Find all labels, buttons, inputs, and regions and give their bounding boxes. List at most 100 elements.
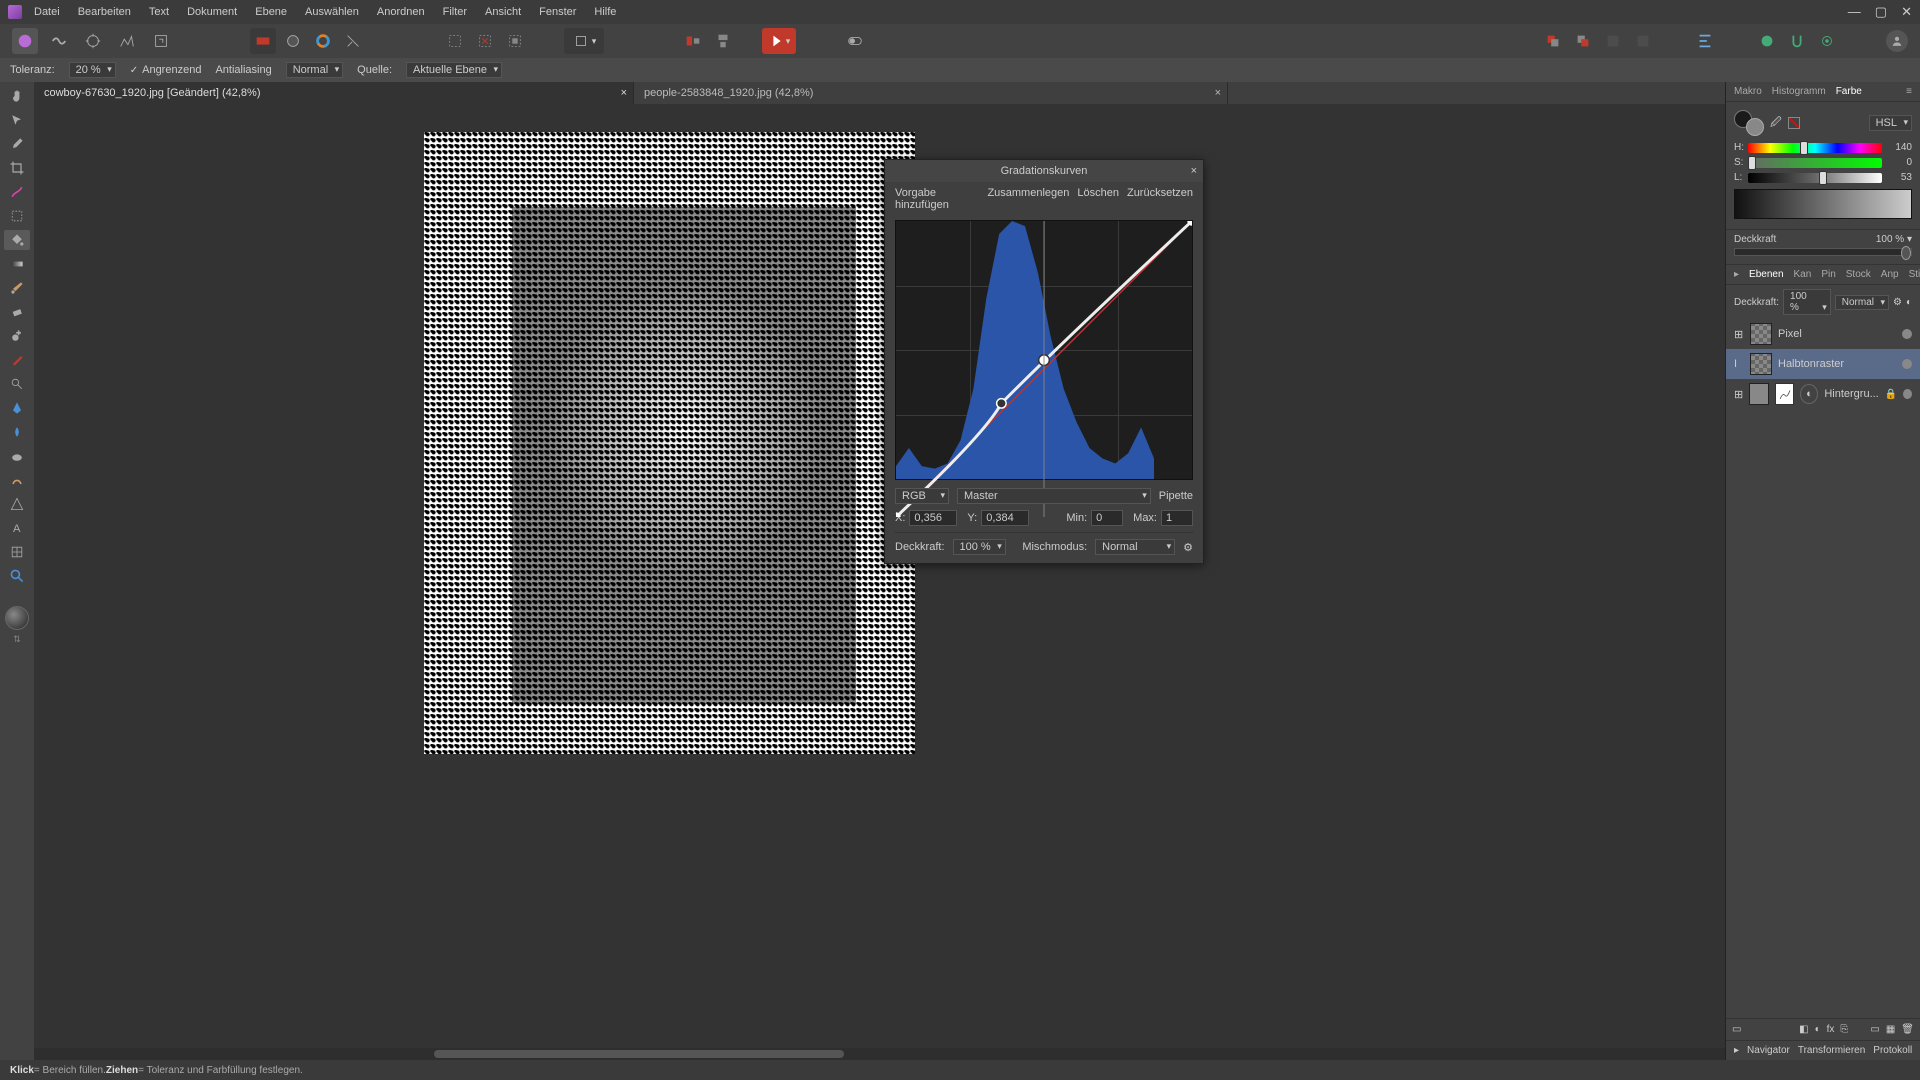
tab-protokoll[interactable]: Protokoll — [1873, 1045, 1912, 1056]
inpaint-tool-icon[interactable] — [4, 350, 30, 370]
l-value[interactable]: 53 — [1886, 172, 1912, 183]
h-value[interactable]: 140 — [1886, 142, 1912, 153]
curves-close-icon[interactable]: × — [1191, 165, 1197, 177]
menu-view[interactable]: Ansicht — [485, 6, 521, 18]
zoom-tool-icon[interactable] — [4, 566, 30, 586]
horizontal-scrollbar[interactable] — [34, 1048, 1725, 1060]
scrollbar-thumb[interactable] — [434, 1050, 844, 1058]
viewport[interactable]: Gradationskurven × Vorgabe hinzufügen Zu… — [34, 104, 1725, 1060]
shape-tool-icon[interactable] — [4, 494, 30, 514]
layer-fx-icon[interactable]: ◐ — [1906, 297, 1912, 308]
selection-invert-icon[interactable] — [502, 28, 528, 54]
layer-row[interactable]: ⊞ Pixel — [1726, 319, 1920, 349]
menu-select[interactable]: Auswählen — [305, 6, 359, 18]
selection-cancel-icon[interactable] — [472, 28, 498, 54]
tab-close-icon[interactable]: × — [1215, 87, 1221, 99]
sat-slider[interactable] — [1748, 158, 1882, 168]
crop-ratio-icon[interactable]: ▾ — [564, 28, 604, 54]
swatch-red-icon[interactable] — [250, 28, 276, 54]
color-swatches[interactable] — [1734, 110, 1764, 136]
hue-slider[interactable] — [1748, 143, 1882, 153]
visibility-toggle[interactable] — [1902, 329, 1912, 339]
group-icon[interactable]: ▭ — [1870, 1024, 1879, 1035]
selection-new-icon[interactable] — [442, 28, 468, 54]
add-layer-icon[interactable]: ▦ — [1886, 1024, 1895, 1035]
persona-export-icon[interactable] — [148, 28, 174, 54]
visibility-toggle[interactable] — [1903, 389, 1912, 399]
delete-layer-icon[interactable]: 🗑 — [1901, 1024, 1914, 1035]
tolerance-value[interactable]: 20 % — [69, 62, 116, 78]
menu-filter[interactable]: Filter — [443, 6, 467, 18]
fx-icon[interactable]: fx — [1827, 1024, 1835, 1035]
s-value[interactable]: 0 — [1886, 157, 1912, 168]
tab-close-icon[interactable]: × — [621, 87, 627, 99]
foreground-color-swatch[interactable] — [5, 606, 29, 630]
persona-tone-icon[interactable] — [114, 28, 140, 54]
tab-navigator[interactable]: Navigator — [1747, 1045, 1790, 1056]
account-avatar-icon[interactable] — [1886, 30, 1908, 52]
menu-window[interactable]: Fenster — [539, 6, 576, 18]
gradient-tool-icon[interactable] — [4, 254, 30, 274]
arrange-front-icon[interactable] — [1570, 28, 1596, 54]
dodge-tool-icon[interactable] — [4, 374, 30, 394]
arrange-back-icon[interactable] — [1540, 28, 1566, 54]
menu-arrange[interactable]: Anordnen — [377, 6, 425, 18]
tab-anp[interactable]: Anp — [1881, 269, 1899, 280]
snap-icon[interactable] — [1754, 28, 1780, 54]
adjustment-icon[interactable]: ◐ — [1815, 1024, 1821, 1035]
eyedropper-icon[interactable]: 🖉 — [1770, 114, 1782, 133]
curves-blend-select[interactable]: Normal — [1095, 539, 1175, 555]
curves-gear-icon[interactable]: ⚙ — [1183, 541, 1193, 554]
curves-delete[interactable]: Löschen — [1077, 187, 1119, 211]
curves-title-bar[interactable]: Gradationskurven × — [885, 160, 1203, 182]
persona-liquify-icon[interactable] — [46, 28, 72, 54]
color-picker-tool-icon[interactable] — [4, 134, 30, 154]
curves-graph[interactable] — [895, 220, 1193, 480]
erase-tool-icon[interactable] — [4, 302, 30, 322]
menu-edit[interactable]: Bearbeiten — [78, 6, 131, 18]
layer-name[interactable]: Halbtonraster — [1778, 358, 1844, 370]
panel-menu-icon[interactable]: ≡ — [1906, 86, 1912, 97]
layer-row[interactable]: ⊞ ◐ Hintergru... 🔒 — [1726, 379, 1920, 409]
document-tab[interactable]: people-2583848_1920.jpg (42,8%)× — [634, 82, 1228, 104]
blend-mode-select[interactable]: Normal — [286, 62, 343, 78]
layer-row[interactable]: I Halbtonraster — [1726, 349, 1920, 379]
visibility-toggle[interactable] — [1902, 359, 1912, 369]
collapse-icon[interactable]: ▸ — [1734, 1045, 1739, 1056]
layer-name[interactable]: Pixel — [1778, 328, 1802, 340]
caret-icon[interactable]: I — [1734, 358, 1744, 370]
clone-tool-icon[interactable] — [4, 326, 30, 346]
curves-channel-select[interactable]: RGB — [895, 488, 949, 504]
opacity-slider[interactable] — [1734, 248, 1912, 256]
layer-gear-icon[interactable]: ⚙ — [1893, 297, 1902, 308]
lig-slider[interactable] — [1748, 173, 1882, 183]
color-model-select[interactable]: HSL — [1869, 115, 1912, 131]
tab-transformieren[interactable]: Transformieren — [1798, 1045, 1865, 1056]
hand-tool-icon[interactable] — [4, 86, 30, 106]
assistant-icon[interactable]: ▾ — [762, 28, 796, 54]
align-panel-icon[interactable] — [1692, 28, 1718, 54]
layer-opacity-value[interactable]: 100 % — [1783, 289, 1831, 315]
tab-stile[interactable]: Stile — [1909, 269, 1920, 280]
document-canvas[interactable] — [424, 132, 915, 754]
contiguous-checkbox[interactable]: Angrenzend — [130, 64, 202, 76]
layer-name[interactable]: Hintergru... — [1824, 388, 1878, 400]
tab-ebenen[interactable]: Ebenen — [1749, 269, 1783, 280]
tab-histogramm[interactable]: Histogramm — [1772, 86, 1826, 97]
tab-pin[interactable]: Pin — [1821, 269, 1835, 280]
sponge-tool-icon[interactable] — [4, 446, 30, 466]
flood-fill-tool-icon[interactable] — [4, 230, 30, 250]
smudge-tool-icon[interactable] — [4, 422, 30, 442]
maximize-icon[interactable]: ▢ — [1875, 4, 1887, 20]
curves-panel[interactable]: Gradationskurven × Vorgabe hinzufügen Zu… — [884, 159, 1204, 564]
persona-photo-icon[interactable] — [12, 28, 38, 54]
tab-kan[interactable]: Kan — [1794, 269, 1812, 280]
menu-layer[interactable]: Ebene — [255, 6, 287, 18]
lock-icon[interactable]: 🔒 — [1885, 389, 1897, 400]
align-horizontal-icon[interactable] — [680, 28, 706, 54]
crop-tool-icon[interactable] — [4, 158, 30, 178]
menu-text[interactable]: Text — [149, 6, 169, 18]
snap-options-icon[interactable] — [1814, 28, 1840, 54]
opacity-value[interactable]: 100 % — [1876, 234, 1904, 245]
text-tool-icon[interactable]: A — [4, 518, 30, 538]
